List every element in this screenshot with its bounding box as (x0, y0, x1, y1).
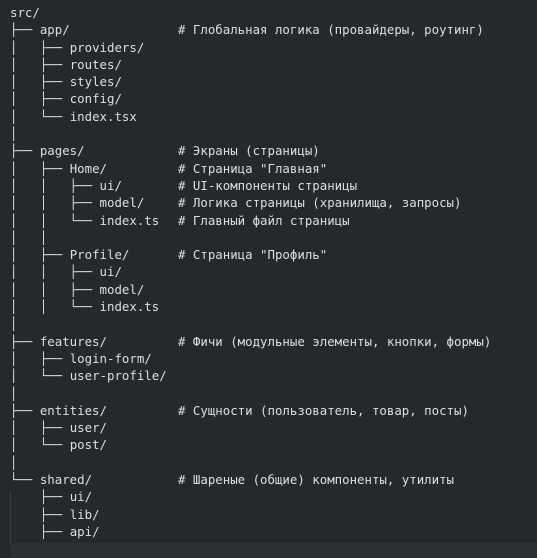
tree-entry-name: model/ (99, 195, 145, 211)
tree-entry-name: user-profile/ (69, 368, 167, 384)
tree-branch: ├── (10, 523, 70, 539)
tree-branch: │ ├── (10, 39, 70, 55)
tree-branch: │ ├── (10, 350, 70, 366)
tree-entry-name: ui/ (99, 177, 122, 193)
tree-branch: └── (10, 472, 40, 488)
tree-line[interactable]: └── shared/ # Шареные (общие) компоненты,… (10, 471, 454, 488)
tree-line[interactable]: ├── app/ # Глобальная логика (провайдеры,… (10, 21, 484, 38)
tree-line[interactable]: │ ├── Home/ # Страница "Главная" (10, 160, 327, 177)
tree-line[interactable]: │ ├── styles/ (10, 73, 167, 90)
tree-branch: │ (10, 126, 18, 142)
tree-branch: ├── (10, 22, 40, 38)
tree-branch: │ │ ├── (10, 264, 100, 280)
tree-branch: │ │ (10, 229, 48, 245)
tree-entry-name: index.ts (99, 212, 160, 228)
tree-line[interactable]: │ │ (10, 229, 167, 246)
tree-branch: │ ├── (10, 74, 70, 90)
tree-branch: │ ├── (10, 91, 70, 107)
tree-entry-name: ui/ (99, 264, 122, 280)
tree-entry-name: api/ (69, 523, 100, 539)
tree-entry-name: app/ (39, 22, 70, 38)
tree-branch: │ │ ├── (10, 281, 100, 297)
tree-line[interactable]: │ │ ├── ui/ # UI-компоненты страницы (10, 177, 357, 194)
tree-line[interactable]: │ (10, 385, 167, 402)
current-line-highlight (10, 543, 537, 558)
tree-entry-name: entities/ (39, 402, 107, 418)
tree-entry-name: lib/ (69, 506, 100, 522)
tree-entry-name: login-form/ (69, 350, 152, 366)
tree-branch: │ (10, 385, 18, 401)
tree-line[interactable]: ├── api/ (10, 523, 167, 540)
tree-branch: │ │ ├── (10, 195, 100, 211)
tree-line[interactable]: │ │ ├── model/ (10, 281, 167, 298)
tree-entry-name: index.tsx (69, 108, 137, 124)
tree-entry-name: index.ts (99, 299, 160, 315)
tree-line[interactable]: │ ├── user/ (10, 419, 167, 436)
code-comment: # Глобальная логика (провайдеры, роутинг… (178, 22, 484, 38)
code-comment: # UI-компоненты страницы (178, 177, 358, 193)
tree-entry-name: post/ (69, 437, 107, 453)
tree-entry-name: pages/ (39, 143, 85, 159)
tree-entry-name: features/ (39, 333, 107, 349)
tree-line[interactable]: │ (10, 125, 167, 142)
tree-entry-name: user/ (69, 420, 107, 436)
tree-line[interactable]: │ ├── providers/ (10, 39, 167, 56)
code-comment: # Сущности (пользователь, товар, посты) (178, 402, 469, 418)
tree-entry-name: shared/ (39, 472, 93, 488)
code-comment: # Страница "Профиль" (178, 247, 328, 263)
tree-branch: │ (10, 316, 18, 332)
tree-branch: │ │ ├── (10, 177, 100, 193)
tree-branch: ├── (10, 402, 40, 418)
tree-line[interactable]: │ └── user-profile/ (10, 367, 167, 384)
code-comment: # Главный файл страницы (178, 212, 350, 228)
tree-line[interactable]: │ ├── login-form/ (10, 350, 167, 367)
tree-branch: ├── (10, 143, 40, 159)
tree-line[interactable]: │ ├── config/ (10, 90, 167, 107)
tree-line[interactable]: │ ├── routes/ (10, 56, 167, 73)
code-editor-tree[interactable]: src/ ├── app/ # Глобальная логика (провайд… (10, 4, 491, 540)
tree-entry-name: routes/ (69, 56, 122, 72)
tree-branch: │ ├── (10, 160, 70, 176)
tree-line[interactable]: │ (10, 454, 167, 471)
tree-entry-name: Home/ (69, 160, 107, 176)
tree-line[interactable]: ├── pages/ # Экраны (страницы) (10, 142, 320, 159)
tree-branch: │ └── (10, 108, 70, 124)
code-comment: # Экраны (страницы) (178, 143, 320, 159)
tree-entry-name: src/ (10, 5, 40, 20)
tree-line[interactable]: ├── lib/ (10, 506, 167, 523)
tree-line[interactable]: src/ (10, 4, 167, 21)
tree-branch: │ ├── (10, 420, 70, 436)
code-comment: # Страница "Главная" (178, 160, 328, 176)
tree-line[interactable]: │ ├── Profile/ # Страница "Профиль" (10, 246, 327, 263)
tree-branch: │ ├── (10, 56, 70, 72)
tree-line[interactable]: ├── entities/ # Сущности (пользователь, т… (10, 402, 469, 419)
tree-entry-name: ui/ (69, 489, 93, 505)
tree-branch: │ │ └── (10, 212, 100, 228)
code-comment: # Шареные (общие) компоненты, утилиты (178, 472, 455, 488)
tree-entry-name: config/ (69, 91, 122, 107)
tree-line[interactable]: │ │ └── index.ts # Главный файл страницы (10, 212, 350, 229)
tree-entry-name: styles/ (69, 74, 122, 90)
tree-branch: │ │ └── (10, 299, 100, 315)
tree-line[interactable]: ├── ui/ (10, 488, 167, 505)
tree-line[interactable]: │ │ ├── model/ # Логика страницы (хранили… (10, 194, 461, 211)
tree-line[interactable]: │ └── index.tsx (10, 108, 167, 125)
tree-branch: ├── (10, 333, 40, 349)
tree-line[interactable]: │ (10, 315, 167, 332)
tree-line[interactable]: │ │ └── index.ts (10, 298, 167, 315)
tree-branch: ├── (10, 489, 70, 505)
code-comment: # Фичи (модульные элементы, кнопки, форм… (178, 333, 492, 349)
tree-branch: │ └── (10, 368, 70, 384)
tree-entry-name: Profile/ (69, 247, 130, 263)
tree-entry-name: model/ (99, 281, 145, 297)
tree-branch: │ ├── (10, 247, 70, 263)
tree-entry-name: providers/ (69, 39, 145, 55)
tree-line[interactable]: │ └── post/ (10, 436, 167, 453)
code-comment: # Логика страницы (хранилища, запросы) (178, 195, 462, 211)
tree-branch: ├── (10, 506, 70, 522)
tree-branch: │ └── (10, 437, 70, 453)
tree-line[interactable]: ├── features/ # Фичи (модульные элементы,… (10, 333, 491, 350)
tree-branch: │ (10, 454, 18, 470)
tree-line[interactable]: │ │ ├── ui/ (10, 263, 167, 280)
